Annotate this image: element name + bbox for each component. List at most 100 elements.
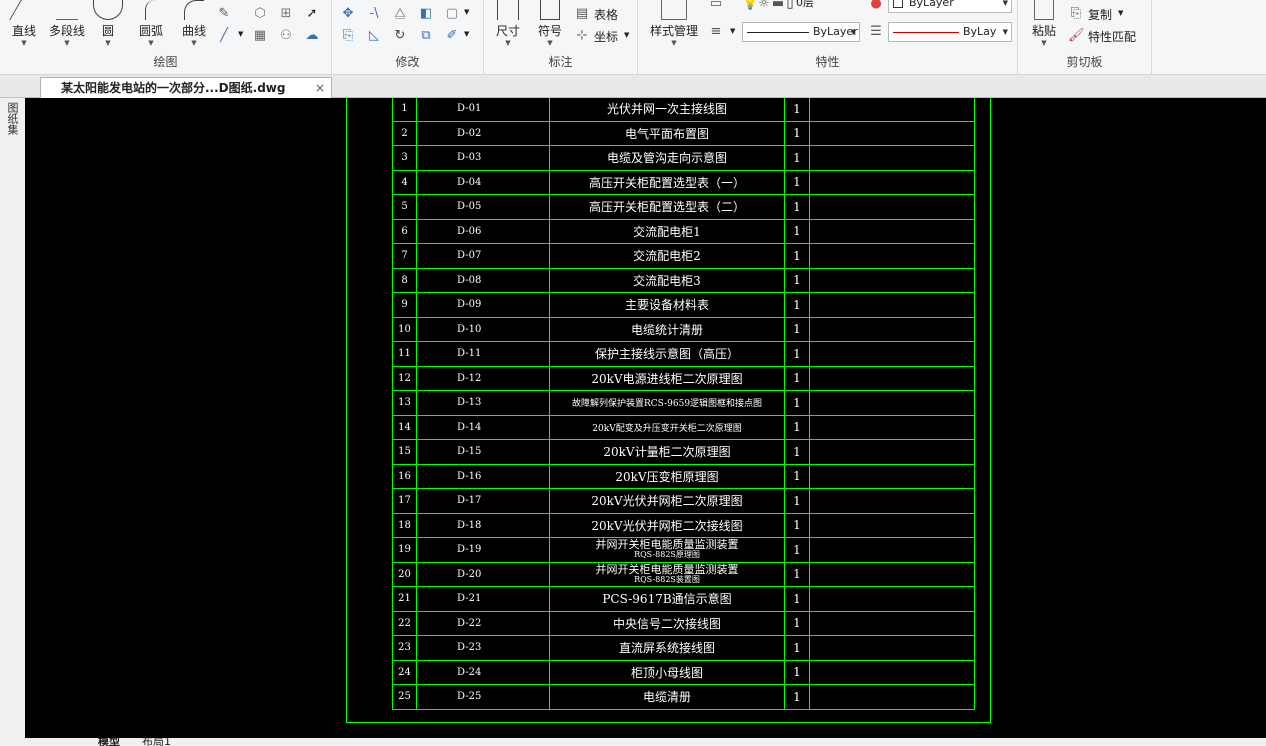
drawing-title-cell: 20kV光伏并网柜二次原理图	[549, 488, 785, 514]
arc-button[interactable]: 圆弧 ▼	[133, 0, 169, 52]
trim-icon[interactable]: -\	[366, 6, 382, 22]
coordinate-icon[interactable]: ⊹	[574, 28, 590, 44]
copy-label[interactable]: 复制	[1088, 6, 1112, 23]
note-cell	[809, 610, 975, 636]
coordinate-dropdown-icon[interactable]: ▼	[624, 31, 629, 39]
rotate-icon[interactable]: ↻	[392, 28, 408, 44]
rectangle-icon[interactable]: ⬡	[252, 6, 268, 22]
drawing-title-cell: 20kV配变及升压变开关柜二次原理图	[549, 414, 785, 440]
note-cell	[809, 267, 975, 293]
style-manage-dropdown-icon[interactable]: ▼	[644, 39, 704, 47]
model-tab[interactable]: 模型	[98, 738, 120, 746]
layout-tab-bar: 模型 布局1	[0, 738, 1266, 746]
scale-icon[interactable]: ◧	[418, 6, 434, 22]
lineweight-icon[interactable]: ☰	[868, 24, 884, 40]
style-manage-icon	[661, 0, 687, 20]
table-row: 18 D-18 20kV光伏并网柜二次接线图 1	[392, 512, 975, 538]
drawing-code-cell: D-01	[416, 98, 550, 122]
region-icon[interactable]: ⊞	[278, 6, 294, 22]
pencil-icon[interactable]: ✎	[216, 6, 232, 22]
note-cell	[809, 537, 975, 563]
mirror-icon[interactable]: ⧋	[392, 6, 408, 22]
document-tab-bar: 某太阳能发电站的一次部分...D图纸.dwg ×	[0, 75, 1266, 98]
row-index-cell: 5	[392, 194, 417, 220]
paste-button[interactable]: 粘贴 ▼	[1026, 0, 1062, 52]
quantity-cell: 1	[784, 414, 810, 440]
color-dropdown[interactable]: ByLayer ▼	[888, 0, 1012, 13]
quantity-cell: 1	[784, 145, 810, 171]
revcloud-icon[interactable]: ☁	[304, 28, 320, 44]
drawing-code-cell: D-25	[416, 684, 550, 710]
table-icon[interactable]: ▤	[574, 6, 590, 22]
array-dropdown-icon[interactable]: ▼	[464, 8, 469, 16]
row-index-cell: 21	[392, 586, 417, 612]
line-label: 直线	[11, 24, 36, 38]
lineweight-dropdown[interactable]: ByLay ▼	[888, 22, 1012, 42]
offset-icon[interactable]: ⧉	[418, 28, 434, 44]
table-row: 22 D-22 中央信号二次接线图 1	[392, 610, 975, 636]
line-icon	[9, 0, 39, 20]
spline-dropdown-icon[interactable]: ▼	[176, 39, 212, 47]
sheet-set-strip[interactable]: 图纸集	[0, 98, 25, 738]
style-manage-button[interactable]: 样式管理 ▼	[644, 0, 704, 52]
drawing-title-line1: 并网开关柜电能质量监测装置	[595, 562, 739, 576]
linetype-dropdown-arrow-icon: ▼	[850, 28, 856, 36]
hatch-icon[interactable]: ▦	[252, 28, 268, 44]
copy-dropdown-icon[interactable]: ▼	[1118, 9, 1123, 17]
line-dropdown-icon[interactable]: ▼	[6, 39, 42, 47]
match-props-label[interactable]: 特性匹配	[1088, 28, 1136, 45]
arc-dropdown-icon[interactable]: ▼	[133, 39, 169, 47]
symbol-button[interactable]: 符号 ▼	[532, 0, 568, 52]
array-icon[interactable]: ▢	[444, 6, 460, 22]
polyline-label: 多段线	[48, 24, 85, 38]
layer-state-icon[interactable]: ▭	[708, 0, 724, 12]
table-label[interactable]: 表格	[594, 6, 618, 23]
polyline-button[interactable]: 多段线 ▼	[44, 0, 90, 52]
paste-dropdown-icon[interactable]: ▼	[1026, 39, 1062, 47]
circle-button[interactable]: 圆 ▼	[93, 0, 123, 52]
row-index-cell: 12	[392, 365, 417, 391]
list-icon[interactable]: ≡	[708, 24, 724, 40]
edit-icon[interactable]: ✐	[444, 28, 460, 44]
symbol-dropdown-icon[interactable]: ▼	[532, 39, 568, 47]
color-wheel-icon[interactable]: ●	[868, 0, 884, 12]
drawing-title-cell: 保护主接线示意图（高压）	[549, 341, 785, 367]
row-index-cell: 11	[392, 341, 417, 367]
linetype-dropdown[interactable]: ByLayer ▼	[742, 22, 860, 42]
layer-dropdown-value[interactable]: 0层	[796, 0, 814, 10]
quantity-cell: 1	[784, 586, 810, 612]
line-button[interactable]: 直线 ▼	[6, 0, 42, 52]
edit-dropdown-icon[interactable]: ▼	[464, 30, 469, 38]
list-dropdown-icon[interactable]: ▼	[730, 27, 735, 35]
drawing-title-cell: 电气平面布置图	[549, 120, 785, 146]
move-icon[interactable]: ✥	[340, 6, 356, 22]
ray-dropdown-icon[interactable]: ▼	[238, 30, 243, 38]
quantity-cell: 1	[784, 365, 810, 391]
copy-icon[interactable]: ⎘	[1068, 6, 1084, 22]
row-index-cell: 9	[392, 292, 417, 318]
match-props-icon[interactable]: 🖌	[1068, 28, 1085, 44]
symbol-label: 符号	[537, 24, 562, 38]
table-row: 12 D-12 20kV电源进线柜二次原理图 1	[392, 365, 975, 391]
layout1-tab[interactable]: 布局1	[142, 738, 171, 746]
coordinate-label[interactable]: 坐标	[594, 28, 618, 45]
quantity-cell: 1	[784, 463, 810, 489]
boundary-icon[interactable]: ⚇	[278, 28, 294, 44]
dimension-dropdown-icon[interactable]: ▼	[490, 39, 526, 47]
document-tab[interactable]: 某太阳能发电站的一次部分...D图纸.dwg ×	[40, 77, 332, 98]
quantity-cell: 1	[784, 194, 810, 220]
polyline-dropdown-icon[interactable]: ▼	[44, 39, 90, 47]
pointer-icon[interactable]: ➚	[304, 6, 320, 22]
stretch-icon[interactable]: ◺	[366, 28, 382, 44]
dimension-button[interactable]: 尺寸 ▼	[490, 0, 526, 52]
modify-panel-title: 修改	[395, 55, 420, 69]
spline-button[interactable]: 曲线 ▼	[176, 0, 212, 52]
copy-object-icon[interactable]: ⎘	[340, 28, 356, 44]
drawing-title-cell: 柜顶小母线图	[549, 659, 785, 685]
drawing-canvas[interactable]: 1 D-01 光伏并网一次主接线图 1 2 D-02 电气平面布置图 1 3 D-03 电缆及管沟走…	[25, 98, 1266, 738]
annotation-panel-title: 标注	[548, 55, 573, 69]
circle-dropdown-icon[interactable]: ▼	[93, 39, 123, 47]
row-index-cell: 23	[392, 635, 417, 661]
close-icon[interactable]: ×	[315, 78, 325, 98]
ray-icon[interactable]: ╱	[216, 28, 232, 44]
